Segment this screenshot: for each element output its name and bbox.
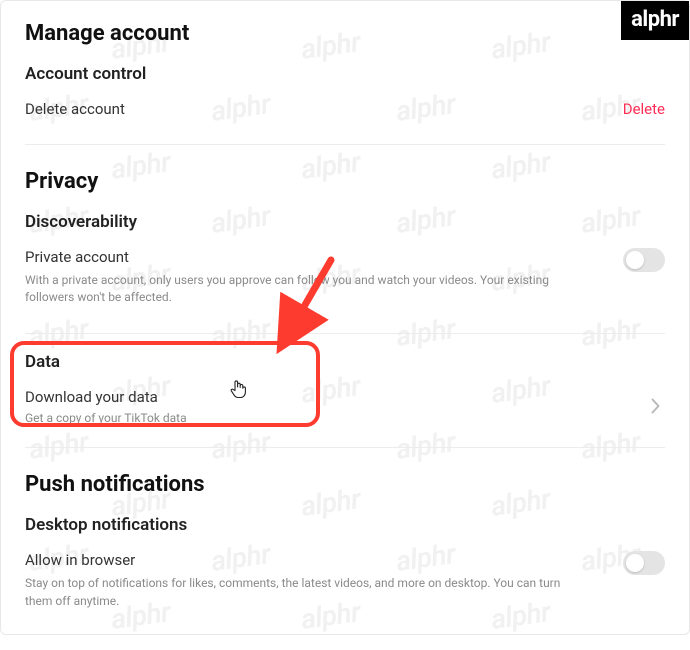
brand-logo: alphr: [621, 1, 689, 40]
download-data-label: Download your data: [25, 388, 651, 406]
divider: [25, 333, 665, 334]
privacy-section: Privacy Discoverability Private account …: [25, 169, 665, 429]
desktop-notif-title: Desktop notifications: [25, 515, 665, 535]
allow-browser-label: Allow in browser: [25, 551, 623, 569]
allow-browser-toggle[interactable]: [623, 551, 665, 575]
private-account-label: Private account: [25, 248, 623, 266]
delete-button[interactable]: Delete: [623, 100, 665, 118]
divider: [25, 447, 665, 448]
delete-account-label: Delete account: [25, 100, 125, 118]
manage-account-title: Manage account: [25, 21, 665, 46]
allow-browser-desc: Stay on top of notifications for likes, …: [25, 575, 585, 610]
download-data-row[interactable]: Download your data Get a copy of your Ti…: [25, 384, 665, 429]
data-title: Data: [25, 352, 665, 372]
private-account-desc: With a private account, only users you a…: [25, 272, 585, 307]
chevron-right-icon: [651, 395, 665, 419]
discoverability-title: Discoverability: [25, 212, 665, 232]
private-account-toggle[interactable]: [623, 248, 665, 272]
download-data-desc: Get a copy of your TikTok data: [25, 410, 585, 427]
allow-browser-row: Allow in browser Stay on top of notifica…: [25, 547, 665, 622]
manage-account-section: Manage account Account control Delete ac…: [25, 21, 665, 130]
private-account-row: Private account With a private account, …: [25, 244, 665, 319]
account-control-title: Account control: [25, 64, 665, 84]
privacy-title: Privacy: [25, 169, 665, 194]
push-notifications-section: Push notifications Desktop notifications…: [25, 472, 665, 622]
push-title: Push notifications: [25, 472, 665, 497]
delete-account-row: Delete account Delete: [25, 96, 665, 130]
divider: [25, 144, 665, 145]
